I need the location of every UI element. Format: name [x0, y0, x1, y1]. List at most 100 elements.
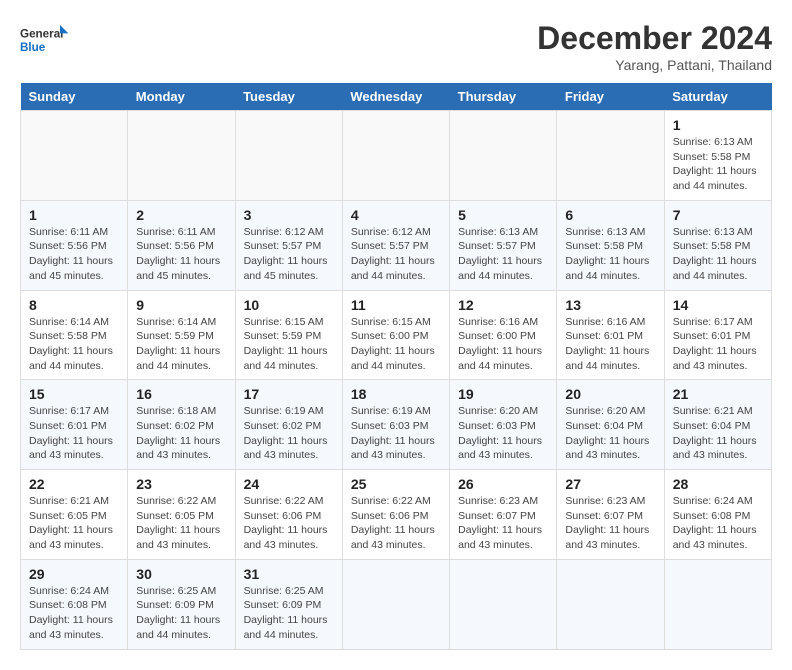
month-title: December 2024 — [537, 20, 772, 57]
day-number: 11 — [351, 297, 441, 313]
header-monday: Monday — [128, 83, 235, 111]
calendar-cell: 11 Sunrise: 6:15 AM Sunset: 6:00 PM Dayl… — [342, 290, 449, 380]
calendar-cell: 1 Sunrise: 6:13 AM Sunset: 5:58 PM Dayli… — [664, 111, 771, 201]
calendar-cell: 8 Sunrise: 6:14 AM Sunset: 5:58 PM Dayli… — [21, 290, 128, 380]
day-info: Sunrise: 6:12 AM Sunset: 5:57 PM Dayligh… — [351, 225, 441, 284]
calendar-cell: 13 Sunrise: 6:16 AM Sunset: 6:01 PM Dayl… — [557, 290, 664, 380]
day-number: 24 — [244, 476, 334, 492]
calendar-cell — [21, 111, 128, 201]
day-number: 9 — [136, 297, 226, 313]
calendar-cell: 30 Sunrise: 6:25 AM Sunset: 6:09 PM Dayl… — [128, 559, 235, 649]
calendar-cell: 17 Sunrise: 6:19 AM Sunset: 6:02 PM Dayl… — [235, 380, 342, 470]
calendar-cell: 4 Sunrise: 6:12 AM Sunset: 5:57 PM Dayli… — [342, 200, 449, 290]
day-number: 23 — [136, 476, 226, 492]
day-info: Sunrise: 6:18 AM Sunset: 6:02 PM Dayligh… — [136, 404, 226, 463]
calendar-cell: 5 Sunrise: 6:13 AM Sunset: 5:57 PM Dayli… — [450, 200, 557, 290]
day-info: Sunrise: 6:13 AM Sunset: 5:58 PM Dayligh… — [673, 225, 763, 284]
calendar-cell — [342, 111, 449, 201]
day-number: 14 — [673, 297, 763, 313]
week-row-5: 22 Sunrise: 6:21 AM Sunset: 6:05 PM Dayl… — [21, 470, 772, 560]
week-row-4: 15 Sunrise: 6:17 AM Sunset: 6:01 PM Dayl… — [21, 380, 772, 470]
page-header: General Blue December 2024 Yarang, Patta… — [20, 20, 772, 73]
day-number: 28 — [673, 476, 763, 492]
day-info: Sunrise: 6:22 AM Sunset: 6:06 PM Dayligh… — [244, 494, 334, 553]
calendar-cell: 15 Sunrise: 6:17 AM Sunset: 6:01 PM Dayl… — [21, 380, 128, 470]
day-number: 21 — [673, 386, 763, 402]
location-subtitle: Yarang, Pattani, Thailand — [537, 57, 772, 73]
day-info: Sunrise: 6:22 AM Sunset: 6:06 PM Dayligh… — [351, 494, 441, 553]
day-number: 12 — [458, 297, 548, 313]
calendar-cell — [235, 111, 342, 201]
day-number: 30 — [136, 566, 226, 582]
calendar-cell: 2 Sunrise: 6:11 AM Sunset: 5:56 PM Dayli… — [128, 200, 235, 290]
calendar-cell: 22 Sunrise: 6:21 AM Sunset: 6:05 PM Dayl… — [21, 470, 128, 560]
day-info: Sunrise: 6:13 AM Sunset: 5:58 PM Dayligh… — [673, 135, 763, 194]
day-info: Sunrise: 6:21 AM Sunset: 6:05 PM Dayligh… — [29, 494, 119, 553]
calendar-cell: 29 Sunrise: 6:24 AM Sunset: 6:08 PM Dayl… — [21, 559, 128, 649]
calendar-cell: 28 Sunrise: 6:24 AM Sunset: 6:08 PM Dayl… — [664, 470, 771, 560]
calendar-cell: 9 Sunrise: 6:14 AM Sunset: 5:59 PM Dayli… — [128, 290, 235, 380]
day-number: 16 — [136, 386, 226, 402]
header-friday: Friday — [557, 83, 664, 111]
day-info: Sunrise: 6:20 AM Sunset: 6:03 PM Dayligh… — [458, 404, 548, 463]
day-number: 15 — [29, 386, 119, 402]
day-number: 26 — [458, 476, 548, 492]
logo-svg: General Blue — [20, 20, 70, 60]
day-number: 17 — [244, 386, 334, 402]
day-info: Sunrise: 6:14 AM Sunset: 5:59 PM Dayligh… — [136, 315, 226, 374]
calendar-cell: 20 Sunrise: 6:20 AM Sunset: 6:04 PM Dayl… — [557, 380, 664, 470]
calendar-cell — [557, 559, 664, 649]
day-info: Sunrise: 6:17 AM Sunset: 6:01 PM Dayligh… — [29, 404, 119, 463]
day-info: Sunrise: 6:12 AM Sunset: 5:57 PM Dayligh… — [244, 225, 334, 284]
day-number: 19 — [458, 386, 548, 402]
day-info: Sunrise: 6:21 AM Sunset: 6:04 PM Dayligh… — [673, 404, 763, 463]
svg-text:General: General — [20, 28, 63, 41]
day-info: Sunrise: 6:14 AM Sunset: 5:58 PM Dayligh… — [29, 315, 119, 374]
day-info: Sunrise: 6:13 AM Sunset: 5:58 PM Dayligh… — [565, 225, 655, 284]
day-info: Sunrise: 6:11 AM Sunset: 5:56 PM Dayligh… — [29, 225, 119, 284]
svg-text:Blue: Blue — [20, 41, 46, 54]
week-row-6: 29 Sunrise: 6:24 AM Sunset: 6:08 PM Dayl… — [21, 559, 772, 649]
header-thursday: Thursday — [450, 83, 557, 111]
day-info: Sunrise: 6:20 AM Sunset: 6:04 PM Dayligh… — [565, 404, 655, 463]
day-info: Sunrise: 6:24 AM Sunset: 6:08 PM Dayligh… — [673, 494, 763, 553]
calendar-cell — [128, 111, 235, 201]
day-number: 22 — [29, 476, 119, 492]
calendar-cell: 19 Sunrise: 6:20 AM Sunset: 6:03 PM Dayl… — [450, 380, 557, 470]
day-number: 4 — [351, 207, 441, 223]
day-number: 18 — [351, 386, 441, 402]
calendar-cell — [342, 559, 449, 649]
week-row-2: 1 Sunrise: 6:11 AM Sunset: 5:56 PM Dayli… — [21, 200, 772, 290]
day-info: Sunrise: 6:17 AM Sunset: 6:01 PM Dayligh… — [673, 315, 763, 374]
day-number: 25 — [351, 476, 441, 492]
day-info: Sunrise: 6:22 AM Sunset: 6:05 PM Dayligh… — [136, 494, 226, 553]
days-header-row: SundayMondayTuesdayWednesdayThursdayFrid… — [21, 83, 772, 111]
day-number: 10 — [244, 297, 334, 313]
day-number: 1 — [673, 117, 763, 133]
day-info: Sunrise: 6:15 AM Sunset: 5:59 PM Dayligh… — [244, 315, 334, 374]
day-number: 5 — [458, 207, 548, 223]
day-info: Sunrise: 6:16 AM Sunset: 6:01 PM Dayligh… — [565, 315, 655, 374]
calendar-cell: 10 Sunrise: 6:15 AM Sunset: 5:59 PM Dayl… — [235, 290, 342, 380]
day-number: 31 — [244, 566, 334, 582]
day-info: Sunrise: 6:23 AM Sunset: 6:07 PM Dayligh… — [458, 494, 548, 553]
day-info: Sunrise: 6:23 AM Sunset: 6:07 PM Dayligh… — [565, 494, 655, 553]
calendar-cell: 12 Sunrise: 6:16 AM Sunset: 6:00 PM Dayl… — [450, 290, 557, 380]
calendar-cell: 21 Sunrise: 6:21 AM Sunset: 6:04 PM Dayl… — [664, 380, 771, 470]
day-info: Sunrise: 6:19 AM Sunset: 6:02 PM Dayligh… — [244, 404, 334, 463]
calendar-cell: 27 Sunrise: 6:23 AM Sunset: 6:07 PM Dayl… — [557, 470, 664, 560]
header-tuesday: Tuesday — [235, 83, 342, 111]
day-info: Sunrise: 6:11 AM Sunset: 5:56 PM Dayligh… — [136, 225, 226, 284]
week-row-3: 8 Sunrise: 6:14 AM Sunset: 5:58 PM Dayli… — [21, 290, 772, 380]
calendar-cell — [450, 559, 557, 649]
day-info: Sunrise: 6:24 AM Sunset: 6:08 PM Dayligh… — [29, 584, 119, 643]
day-number: 2 — [136, 207, 226, 223]
calendar-cell: 7 Sunrise: 6:13 AM Sunset: 5:58 PM Dayli… — [664, 200, 771, 290]
day-number: 13 — [565, 297, 655, 313]
calendar-cell: 6 Sunrise: 6:13 AM Sunset: 5:58 PM Dayli… — [557, 200, 664, 290]
header-wednesday: Wednesday — [342, 83, 449, 111]
calendar-cell: 3 Sunrise: 6:12 AM Sunset: 5:57 PM Dayli… — [235, 200, 342, 290]
day-info: Sunrise: 6:13 AM Sunset: 5:57 PM Dayligh… — [458, 225, 548, 284]
header-saturday: Saturday — [664, 83, 771, 111]
day-number: 29 — [29, 566, 119, 582]
